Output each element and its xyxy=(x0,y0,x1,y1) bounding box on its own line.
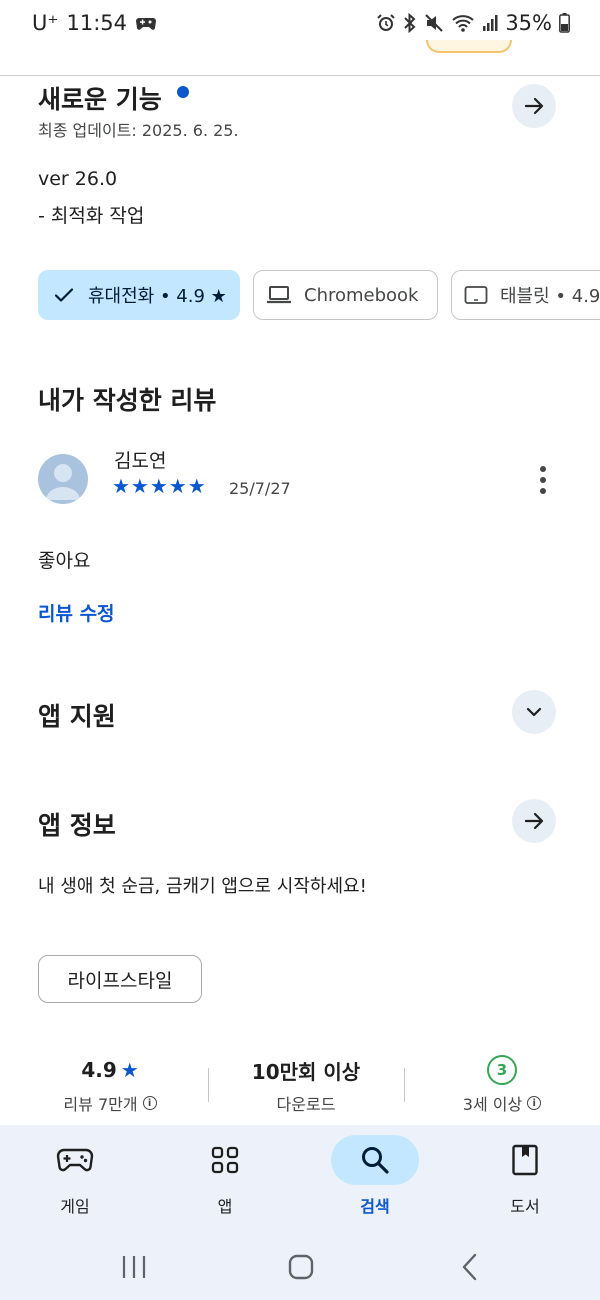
nav-label-search: 검색 xyxy=(360,1197,390,1216)
system-navigation-bar xyxy=(0,1235,600,1300)
recents-icon xyxy=(122,1256,146,1278)
battery-percent: 35% xyxy=(505,11,552,35)
check-icon xyxy=(52,283,76,307)
status-left: U⁺ 11:54 xyxy=(32,11,157,35)
home-icon xyxy=(288,1254,314,1280)
more-vert-icon xyxy=(540,466,546,472)
arrow-right-icon xyxy=(524,812,544,830)
search-icon xyxy=(331,1135,419,1185)
info-icon[interactable]: i xyxy=(527,1096,542,1110)
home-button[interactable] xyxy=(283,1249,319,1285)
chip-phone[interactable]: 휴대전화 • 4.9 ★ xyxy=(38,270,240,320)
downloads-label: 다운로드 xyxy=(276,1095,336,1114)
mute-icon xyxy=(424,13,444,33)
nav-label-games: 게임 xyxy=(60,1197,90,1216)
bluetooth-icon xyxy=(403,13,417,33)
chip-chromebook[interactable]: Chromebook xyxy=(253,270,438,320)
book-icon xyxy=(465,1135,585,1185)
review-date: 25/7/27 xyxy=(229,479,291,498)
star-icon: ★ xyxy=(120,1058,139,1082)
app-support-expand-button[interactable] xyxy=(512,690,556,734)
version-text: ver 26.0 xyxy=(38,168,118,190)
new-indicator-dot xyxy=(177,86,189,98)
nav-label-books: 도서 xyxy=(510,1197,540,1216)
alarm-icon xyxy=(376,13,396,33)
whats-new-arrow-button[interactable] xyxy=(512,84,556,128)
tablet-icon xyxy=(464,285,488,305)
downloads-value: 10만회 이상 xyxy=(251,1059,361,1084)
nav-item-games[interactable]: 게임 xyxy=(15,1135,135,1217)
arrow-right-icon xyxy=(524,97,544,115)
gamepad-icon xyxy=(15,1135,135,1185)
laptop-icon xyxy=(266,284,292,306)
apps-grid-icon xyxy=(165,1135,285,1185)
info-icon[interactable]: i xyxy=(142,1096,157,1110)
stat-divider xyxy=(404,1068,405,1102)
rating-value: 4.9 xyxy=(81,1058,117,1082)
app-info-title: 앱 정보 xyxy=(38,811,116,840)
edit-review-link[interactable]: 리뷰 수정 xyxy=(38,599,115,626)
back-button[interactable] xyxy=(452,1249,488,1285)
back-icon xyxy=(462,1253,477,1281)
review-text: 좋아요 xyxy=(38,550,91,572)
battery-icon xyxy=(559,13,570,33)
reviewer-name: 김도연 xyxy=(114,450,167,472)
age-rating-badge: 3 xyxy=(487,1055,517,1085)
rating-label: 리뷰 7만개 xyxy=(63,1095,138,1114)
release-notes-text: - 최적화 작업 xyxy=(38,205,145,227)
star-rating: ★★★★★ xyxy=(112,474,207,498)
carrier-label: U⁺ xyxy=(32,11,59,35)
stat-divider xyxy=(208,1068,209,1102)
my-review-title: 내가 작성한 리뷰 xyxy=(38,386,217,415)
age-label: 3세 이상 xyxy=(462,1095,523,1114)
chip-tablet-label: 태블릿 • 4.9 ★ xyxy=(500,286,600,307)
top-divider xyxy=(0,75,600,76)
chip-phone-label: 휴대전화 • 4.9 ★ xyxy=(88,286,227,307)
chip-chromebook-label: Chromebook xyxy=(304,284,419,306)
stat-downloads: 10만회 이상 다운로드 xyxy=(226,1053,386,1115)
chevron-down-icon xyxy=(526,707,542,717)
app-support-title: 앱 지원 xyxy=(38,702,116,731)
more-options-button[interactable] xyxy=(530,462,556,498)
bottom-navigation: 게임 앱 검색 도서 xyxy=(0,1125,600,1235)
person-icon xyxy=(46,464,80,500)
category-chip[interactable]: 라이프스타일 xyxy=(38,955,202,1003)
clock: 11:54 xyxy=(66,11,127,35)
app-description: 내 생애 첫 순금, 금캐기 앱으로 시작하세요! xyxy=(38,876,367,897)
install-button-partial[interactable] xyxy=(426,40,512,53)
whats-new-title: 새로운 기능 xyxy=(38,85,162,114)
last-updated-text: 최종 업데이트: 2025. 6. 25. xyxy=(38,121,239,140)
app-info-arrow-button[interactable] xyxy=(512,799,556,843)
stat-rating: 4.9 ★ 리뷰 7만개 i xyxy=(30,1053,190,1115)
nav-label-apps: 앱 xyxy=(217,1197,233,1216)
status-right: 35% xyxy=(376,11,570,35)
game-launcher-icon xyxy=(135,14,157,32)
nav-item-search[interactable]: 검색 xyxy=(315,1135,435,1217)
wifi-icon xyxy=(451,13,475,33)
stat-age-rating: 3 3세 이상 i xyxy=(422,1053,582,1115)
nav-item-books[interactable]: 도서 xyxy=(465,1135,585,1217)
chip-tablet[interactable]: 태블릿 • 4.9 ★ xyxy=(451,270,600,320)
avatar xyxy=(38,454,88,504)
nav-item-apps[interactable]: 앱 xyxy=(165,1135,285,1217)
recent-apps-button[interactable] xyxy=(116,1249,152,1285)
signal-icon xyxy=(482,14,498,32)
